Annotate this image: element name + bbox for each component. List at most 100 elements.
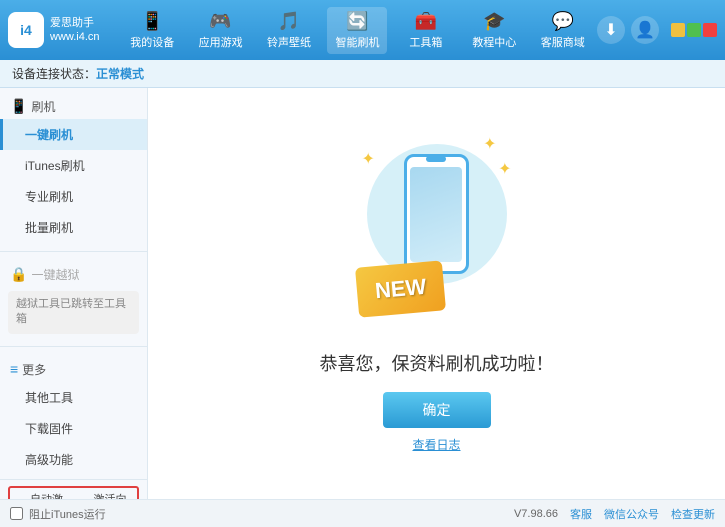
nav-bar: 📱 我的设备 🎮 应用游戏 🎵 铃声壁纸 🔄 智能刷机 🧰 工具箱 🎓 教程中心… xyxy=(118,7,597,54)
connection-mode: 正常模式 xyxy=(96,65,144,82)
auto-activate-checkbox[interactable]: 自动激活 xyxy=(14,491,70,499)
sparkle-icon-2: ✦ xyxy=(483,134,496,154)
logo-text: 爱思助手 www.i4.cn xyxy=(50,16,100,45)
smart-flash-label: 智能刷机 xyxy=(335,34,379,50)
footer-left: 阻止iTunes运行 xyxy=(10,506,106,522)
apps-games-label: 应用游戏 xyxy=(199,34,243,50)
itunes-block-label: 阻止iTunes运行 xyxy=(29,506,106,522)
success-card: ✦ ✦ ✦ NEW 恭喜您，保资料刷机成功啦！ 确定 查看日志 xyxy=(320,134,554,453)
sidebar-item-batch-flash[interactable]: 批量刷机 xyxy=(0,212,147,243)
nav-my-device[interactable]: 📱 我的设备 xyxy=(122,7,182,54)
sidebar-item-itunes-flash[interactable]: iTunes刷机 xyxy=(0,150,147,181)
success-buttons: 确定 查看日志 xyxy=(383,392,491,453)
other-tools-label: 其他工具 xyxy=(25,391,73,405)
header-right: ⬇ 👤 xyxy=(597,16,717,44)
more-section: ≡ 更多 其他工具 下载固件 高级功能 xyxy=(0,351,147,479)
success-message: 恭喜您，保资料刷机成功啦！ xyxy=(320,350,554,376)
guide-checkbox[interactable]: 激活向导 xyxy=(78,491,134,499)
connection-label: 设备连接状态： xyxy=(12,65,96,82)
jailbreak-group-icon: 🔒 xyxy=(10,266,27,283)
jailbreak-section: 🔒 一键越狱 越狱工具已跳转至工具箱 xyxy=(0,256,147,342)
phone-illustration: ✦ ✦ ✦ NEW xyxy=(357,134,517,334)
sidebar: 📱 刷机 一键刷机 iTunes刷机 专业刷机 批量刷机 🔒 一键越狱 xyxy=(0,88,148,499)
toolbox-label: 工具箱 xyxy=(409,34,442,50)
nav-ringtone[interactable]: 🎵 铃声壁纸 xyxy=(259,7,319,54)
minimize-button[interactable] xyxy=(671,23,685,37)
sidebar-item-other-tools[interactable]: 其他工具 xyxy=(0,382,147,413)
sparkle-icon-3: ✦ xyxy=(498,159,511,179)
sparkle-icon-1: ✦ xyxy=(362,149,375,169)
jailbreak-notice: 越狱工具已跳转至工具箱 xyxy=(8,291,139,334)
my-device-label: 我的设备 xyxy=(130,34,174,50)
pro-flash-label: 专业刷机 xyxy=(25,190,73,204)
sidebar-item-download-firmware[interactable]: 下载固件 xyxy=(0,413,147,444)
view-log-button[interactable]: 查看日志 xyxy=(412,436,460,453)
wechat-label[interactable]: 微信公众号 xyxy=(604,506,659,522)
more-group-label: 更多 xyxy=(22,361,46,378)
activation-options: 自动激活 激活向导 xyxy=(8,486,139,499)
user-button[interactable]: 👤 xyxy=(631,16,659,44)
content-area: ✦ ✦ ✦ NEW 恭喜您，保资料刷机成功啦！ 确定 查看日志 xyxy=(148,88,725,499)
new-banner: NEW xyxy=(354,260,445,317)
footer-bar: 阻止iTunes运行 V7.98.66 客服 微信公众号 检查更新 xyxy=(0,499,725,527)
client-label[interactable]: 客服 xyxy=(570,506,592,522)
jailbreak-group-header: 🔒 一键越狱 xyxy=(0,260,147,287)
batch-flash-label: 批量刷机 xyxy=(25,221,73,235)
auto-activate-label: 自动激活 xyxy=(30,491,70,499)
logo-area: i4 爱思助手 www.i4.cn xyxy=(8,12,118,48)
one-click-flash-label: 一键刷机 xyxy=(25,128,73,142)
window-controls xyxy=(671,23,717,37)
logo-abbr: i4 xyxy=(20,22,32,38)
nav-tutorial[interactable]: 🎓 教程中心 xyxy=(464,7,524,54)
logo-name: 爱思助手 xyxy=(50,16,100,30)
device-section: 自动激活 激活向导 📱 iPhone 15 Pro Max 512GB iPho… xyxy=(0,479,147,499)
nav-apps-games[interactable]: 🎮 应用游戏 xyxy=(191,7,251,54)
flash-group-header: 📱 刷机 xyxy=(0,92,147,119)
new-label: NEW xyxy=(373,274,426,303)
phone-notch xyxy=(426,156,446,162)
nav-smart-flash[interactable]: 🔄 智能刷机 xyxy=(327,7,387,54)
download-firmware-label: 下载固件 xyxy=(25,422,73,436)
ringtone-icon: 🎵 xyxy=(278,11,300,32)
advanced-label: 高级功能 xyxy=(25,453,73,467)
topbar: 设备连接状态： 正常模式 xyxy=(0,60,725,88)
itunes-flash-label: iTunes刷机 xyxy=(25,159,85,173)
tutorial-icon: 🎓 xyxy=(483,11,505,32)
app-header: i4 爱思助手 www.i4.cn 📱 我的设备 🎮 应用游戏 🎵 铃声壁纸 🔄… xyxy=(0,0,725,60)
flash-group-label: 刷机 xyxy=(31,98,55,115)
sidebar-item-advanced[interactable]: 高级功能 xyxy=(0,444,147,475)
itunes-block-checkbox[interactable] xyxy=(10,507,23,520)
more-group-icon: ≡ xyxy=(10,361,18,377)
phone-body xyxy=(404,154,469,274)
ringtone-label: 铃声壁纸 xyxy=(267,34,311,50)
footer-right: V7.98.66 客服 微信公众号 检查更新 xyxy=(514,506,715,522)
phone-screen xyxy=(410,167,462,262)
nav-toolbox[interactable]: 🧰 工具箱 xyxy=(396,7,456,54)
divider-1 xyxy=(0,251,147,252)
my-device-icon: 📱 xyxy=(141,11,163,32)
main-layout: 📱 刷机 一键刷机 iTunes刷机 专业刷机 批量刷机 🔒 一键越狱 xyxy=(0,88,725,499)
close-button[interactable] xyxy=(703,23,717,37)
smart-flash-icon: 🔄 xyxy=(346,11,368,32)
confirm-button[interactable]: 确定 xyxy=(383,392,491,428)
more-group-header: ≡ 更多 xyxy=(0,355,147,382)
version-label: V7.98.66 xyxy=(514,508,558,520)
check-update-label[interactable]: 检查更新 xyxy=(671,506,715,522)
service-icon: 💬 xyxy=(552,11,574,32)
guide-label: 激活向导 xyxy=(94,491,134,499)
apps-games-icon: 🎮 xyxy=(209,11,231,32)
flash-group-icon: 📱 xyxy=(10,98,27,115)
tutorial-label: 教程中心 xyxy=(472,34,516,50)
divider-2 xyxy=(0,346,147,347)
logo-icon: i4 xyxy=(8,12,44,48)
logo-url: www.i4.cn xyxy=(50,30,100,44)
sidebar-item-one-click-flash[interactable]: 一键刷机 xyxy=(0,119,147,150)
toolbox-icon: 🧰 xyxy=(415,11,437,32)
service-label: 客服商域 xyxy=(541,34,585,50)
flash-section: 📱 刷机 一键刷机 iTunes刷机 专业刷机 批量刷机 xyxy=(0,88,147,247)
sidebar-item-pro-flash[interactable]: 专业刷机 xyxy=(0,181,147,212)
nav-service[interactable]: 💬 客服商域 xyxy=(533,7,593,54)
jailbreak-group-label: 一键越狱 xyxy=(31,266,79,283)
maximize-button[interactable] xyxy=(687,23,701,37)
download-button[interactable]: ⬇ xyxy=(597,16,625,44)
